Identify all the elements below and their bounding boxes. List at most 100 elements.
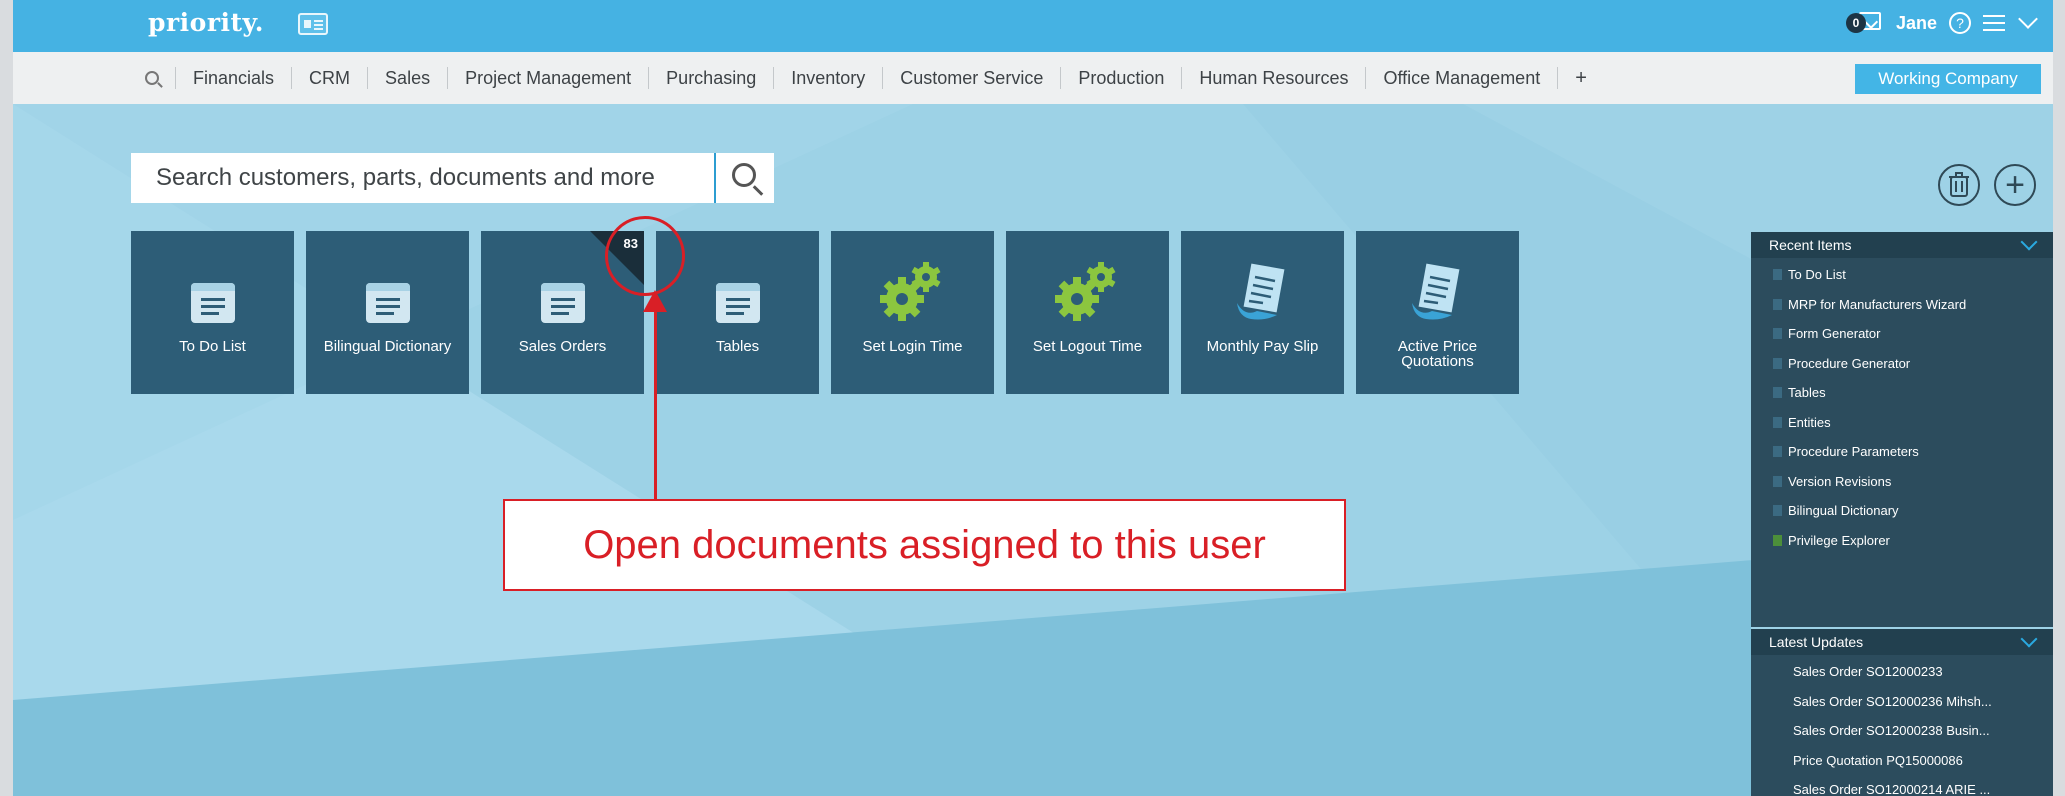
chevron-down-icon[interactable] — [2018, 9, 2038, 29]
recent-item[interactable]: Procedure Parameters — [1773, 437, 2053, 467]
list-card-icon — [715, 273, 760, 323]
latest-updates-header[interactable]: Latest Updates — [1751, 629, 2053, 655]
company-button[interactable]: Working Company — [1855, 64, 2041, 94]
tile-set-logout-time[interactable]: Set Logout Time — [1006, 231, 1169, 394]
recent-item-label: Tables — [1788, 385, 1826, 401]
item-type-icon — [1773, 387, 1782, 399]
item-type-icon — [1773, 357, 1782, 369]
latest-updates-title: Latest Updates — [1769, 634, 1864, 650]
item-type-icon — [1773, 298, 1782, 310]
module-list: Financials CRM Sales Project Management Purc… — [165, 67, 1604, 89]
tile-to-do-list[interactable]: To Do List — [131, 231, 294, 394]
nav-item[interactable]: Project Management — [447, 67, 648, 89]
recent-item-label: Procedure Generator — [1788, 355, 1911, 371]
recent-item-label: Privilege Explorer — [1788, 532, 1890, 548]
recent-items-title: Recent Items — [1769, 237, 1852, 253]
background-pattern — [13, 0, 2053, 796]
recent-item[interactable]: Procedure Generator — [1773, 349, 2053, 379]
tile-label: Bilingual Dictionary — [323, 338, 452, 355]
gears-icon — [1053, 261, 1123, 328]
trash-button[interactable] — [1938, 164, 1980, 206]
tile-label: Tables — [715, 338, 760, 355]
latest-updates-list: Sales Order SO12000233 Sales Order SO1200… — [1751, 655, 2053, 796]
item-type-icon — [1773, 446, 1782, 458]
recent-items-header[interactable]: Recent Items — [1751, 232, 2053, 258]
nav-item[interactable]: Human Resources — [1181, 67, 1365, 89]
tile-grid: To Do List Bilingual Dictionary Sales Orde… — [131, 231, 1519, 394]
document-icon — [1408, 259, 1468, 328]
tile-label: Active Price Quotations — [1397, 338, 1478, 370]
nav-item[interactable]: CRM — [291, 67, 367, 89]
annotation-arrow-line — [654, 308, 657, 500]
app-logo[interactable]: priority. — [148, 8, 264, 37]
recent-item-label: MRP for Manufacturers Wizard — [1788, 296, 1967, 312]
add-button[interactable]: + — [1994, 164, 2036, 206]
tile-label: Set Logout Time — [1032, 338, 1143, 355]
nav-item[interactable]: Financials — [175, 67, 291, 89]
tile-label: Set Login Time — [862, 338, 963, 355]
search-bar — [131, 153, 774, 203]
update-item[interactable]: Sales Order SO12000238 Busin... — [1793, 716, 2053, 746]
update-item[interactable]: Sales Order SO12000233 — [1793, 657, 2053, 687]
annotation-callout: Open documents assigned to this user — [503, 499, 1346, 591]
gears-icon — [878, 261, 948, 328]
recent-item-label: Version Revisions — [1788, 473, 1892, 489]
list-card-icon — [190, 273, 235, 323]
user-name[interactable]: Jane — [1896, 13, 1937, 34]
tile-set-login-time[interactable]: Set Login Time — [831, 231, 994, 394]
item-type-icon — [1773, 269, 1782, 281]
top-bar: priority. 0 Jane ? — [13, 0, 2053, 52]
recent-item[interactable]: Version Revisions — [1773, 467, 2053, 497]
id-card-icon[interactable] — [298, 13, 328, 35]
trash-icon — [1949, 172, 1969, 197]
message-count: 0 — [1845, 13, 1866, 33]
list-card-icon — [365, 273, 410, 323]
update-item[interactable]: Price Quotation PQ15000086 — [1793, 746, 2053, 776]
item-type-icon — [1773, 534, 1782, 546]
plus-icon: + — [2005, 166, 2025, 204]
recent-item-label: Form Generator — [1788, 326, 1881, 342]
search-button[interactable] — [714, 153, 774, 203]
tile-active-price-quotations[interactable]: Active Price Quotations — [1356, 231, 1519, 394]
recent-items-list: To Do List MRP for Manufacturers Wizard Fo… — [1751, 258, 2053, 555]
recent-item-label: Bilingual Dictionary — [1788, 503, 1899, 519]
nav-search-icon[interactable] — [145, 71, 159, 85]
help-icon[interactable]: ? — [1949, 12, 1971, 34]
recent-item[interactable]: MRP for Manufacturers Wizard — [1773, 290, 2053, 320]
tile-label: Monthly Pay Slip — [1206, 338, 1319, 355]
list-card-icon — [540, 273, 585, 323]
recent-item[interactable]: Bilingual Dictionary — [1773, 496, 2053, 526]
recent-item[interactable]: To Do List — [1773, 260, 2053, 290]
recent-item[interactable]: Tables — [1773, 378, 2053, 408]
search-input[interactable] — [131, 153, 714, 203]
update-item[interactable]: Sales Order SO12000236 Mihsh... — [1793, 687, 2053, 717]
item-type-icon — [1773, 416, 1782, 428]
user-controls: 0 Jane ? — [1845, 9, 2039, 36]
item-type-icon — [1773, 505, 1782, 517]
chevron-down-icon[interactable] — [2020, 233, 2038, 251]
annotation-circle — [605, 216, 685, 296]
nav-item[interactable]: Inventory — [773, 67, 882, 89]
module-nav: Financials CRM Sales Project Management Purc… — [13, 52, 2053, 104]
nav-item[interactable]: Sales — [367, 67, 447, 89]
nav-item[interactable]: Production — [1060, 67, 1181, 89]
recent-item[interactable]: Entities — [1773, 408, 2053, 438]
recent-item-label: Entities — [1788, 414, 1831, 430]
messages-icon[interactable]: 0 — [1845, 10, 1884, 36]
nav-item[interactable]: Customer Service — [882, 67, 1060, 89]
recent-item-label: Procedure Parameters — [1788, 444, 1919, 460]
latest-updates-panel: Latest Updates Sales Order SO12000233 Sal… — [1751, 627, 2053, 796]
nav-item[interactable]: Office Management — [1365, 67, 1557, 89]
document-icon — [1233, 259, 1293, 328]
tile-label: Sales Orders — [518, 338, 607, 355]
tile-label: To Do List — [179, 338, 246, 355]
recent-item[interactable]: Privilege Explorer — [1773, 526, 2053, 556]
chevron-down-icon[interactable] — [2020, 630, 2038, 648]
tile-monthly-pay-slip[interactable]: Monthly Pay Slip — [1181, 231, 1344, 394]
tile-bilingual-dictionary[interactable]: Bilingual Dictionary — [306, 231, 469, 394]
menu-icon[interactable] — [1983, 14, 2005, 32]
update-item[interactable]: Sales Order SO12000214 ARIE ... — [1793, 775, 2053, 796]
add-module-button[interactable]: + — [1557, 67, 1604, 89]
recent-item[interactable]: Form Generator — [1773, 319, 2053, 349]
nav-item[interactable]: Purchasing — [648, 67, 773, 89]
